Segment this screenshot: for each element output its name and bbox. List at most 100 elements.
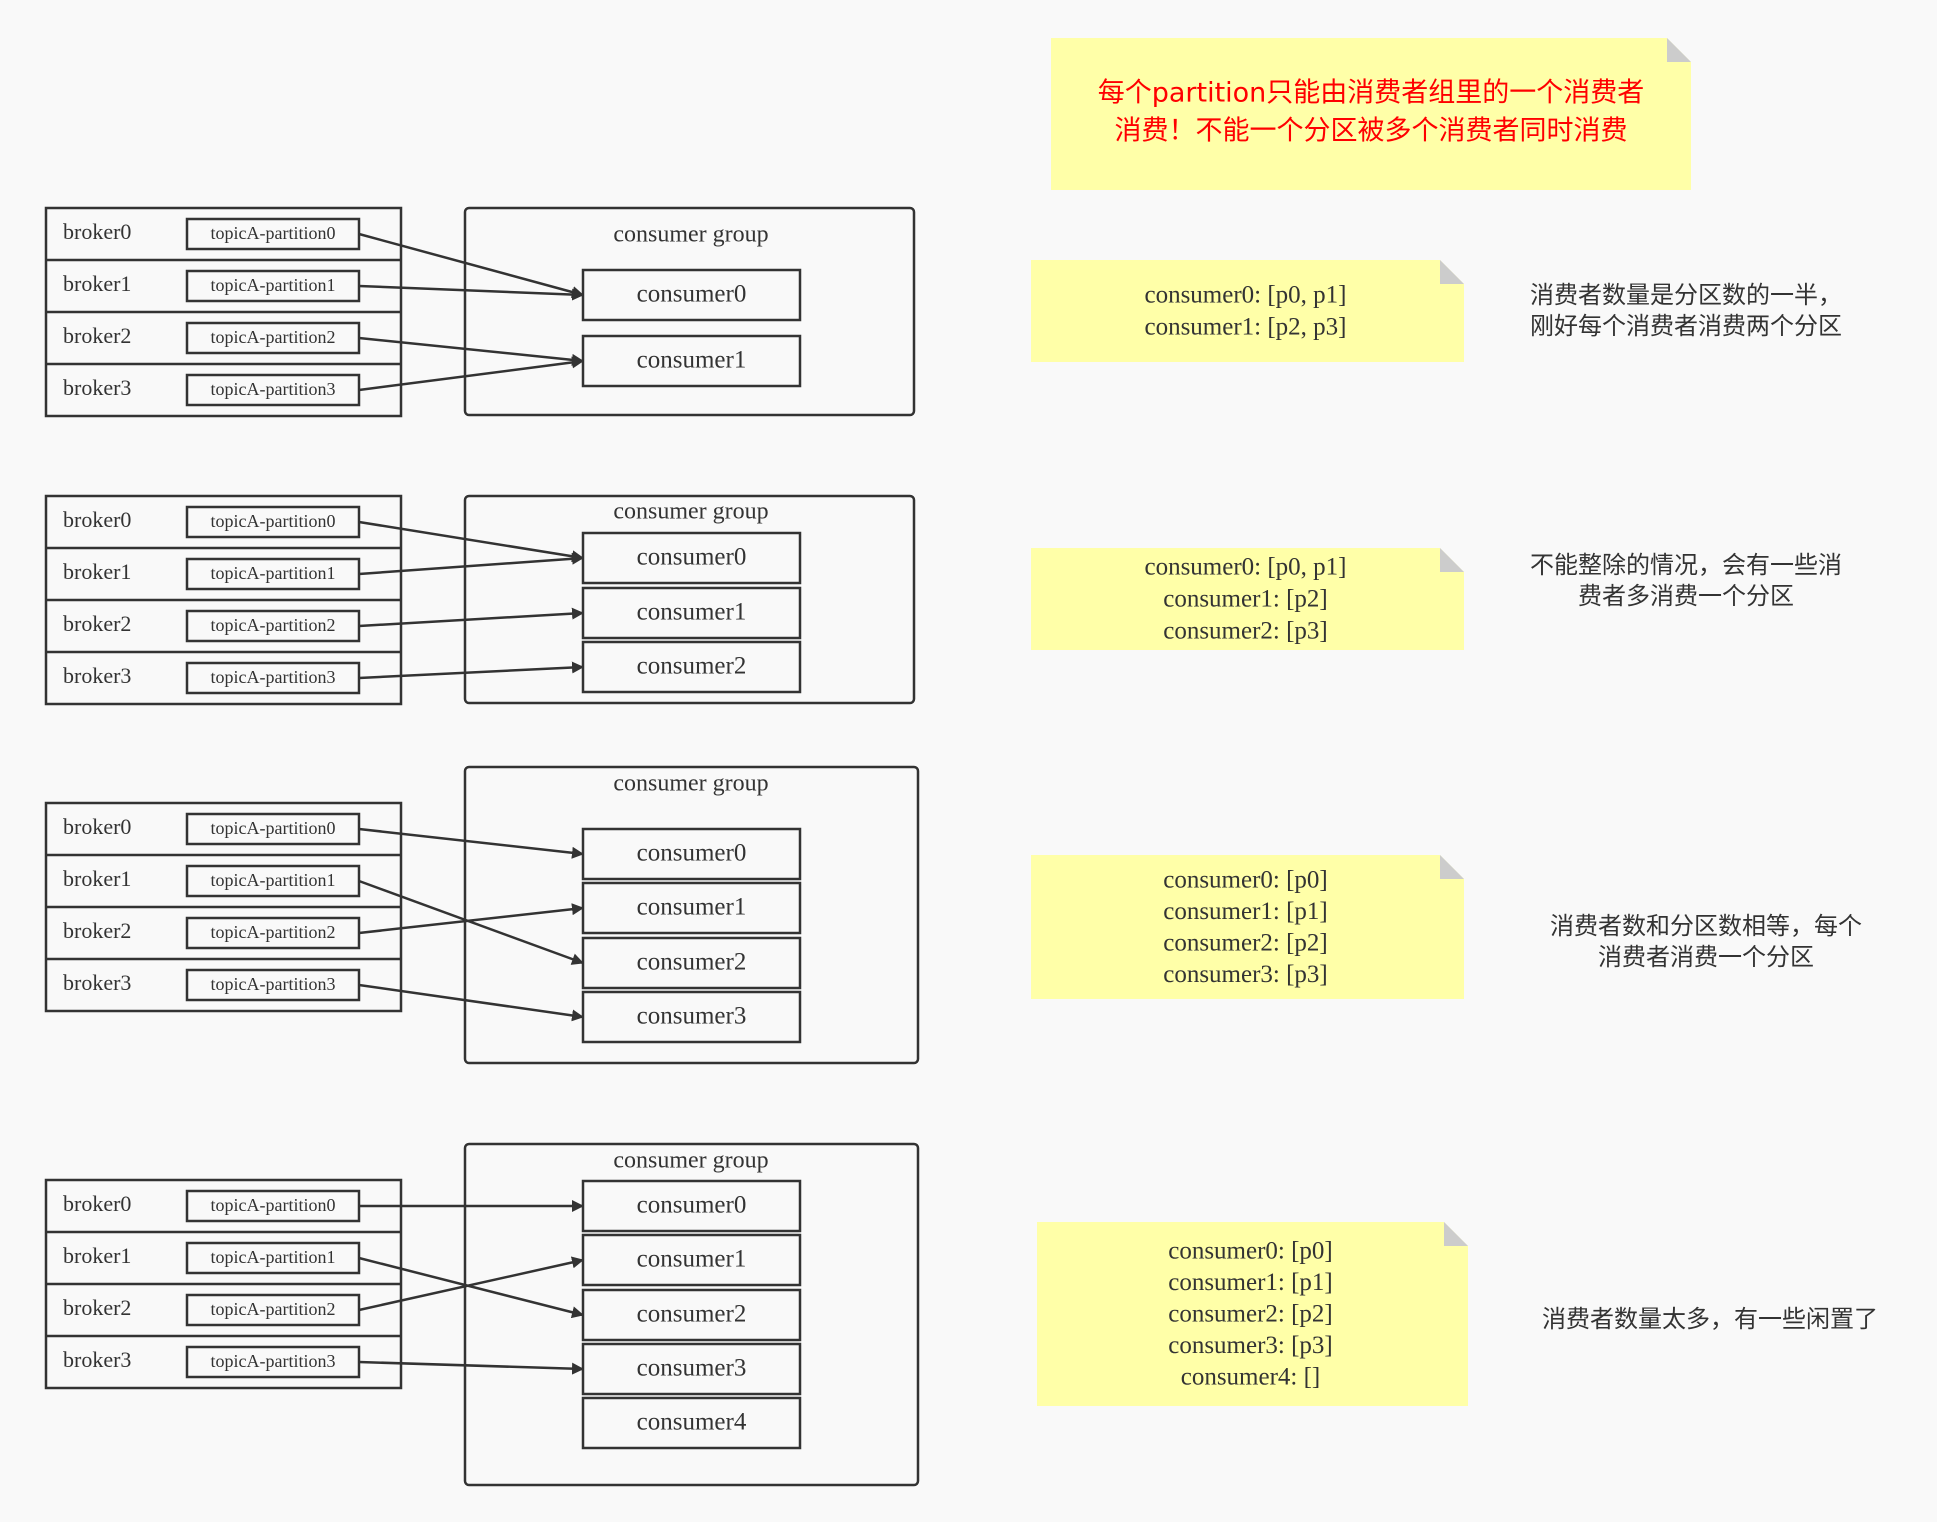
consumer-label: consumer1 [637, 894, 747, 921]
broker-label: broker0 [63, 1191, 131, 1216]
broker-table: broker0 topicA-partition0 broker1 topicA-pa… [44, 801, 403, 1013]
partition-label: topicA-partition2 [211, 922, 336, 942]
broker-label: broker0 [63, 219, 131, 244]
assignment-arrow [358, 552, 584, 576]
assignment-arrow [358, 903, 584, 935]
assignment-note-line: consumer2: [p2] [1168, 1301, 1333, 1328]
consumer-label: consumer1 [637, 1246, 747, 1273]
note-fold [1440, 548, 1464, 572]
side-comment-line: 费者多消费一个分区 [1578, 582, 1794, 610]
assignment-arrow [358, 284, 584, 301]
broker-label: broker3 [63, 970, 131, 995]
assignment-arrow [358, 232, 584, 298]
broker-table: broker0 topicA-partition0 broker1 topicA-pa… [44, 1178, 403, 1390]
assignment-note-line: consumer0: [p0, p1] [1144, 282, 1346, 309]
note-fold [1667, 38, 1691, 62]
assignment-note-line: consumer1: [p2, p3] [1144, 314, 1346, 341]
side-comment: 不能整除的情况，会有一些消费者多消费一个分区 [1530, 551, 1842, 610]
consumer-label: consumer1 [637, 599, 747, 626]
side-comment-line: 消费者数量太多，有一些闲置了 [1542, 1305, 1878, 1333]
partition-label: topicA-partition3 [211, 1351, 336, 1371]
title-note-line: 每个partition只能由消费者组里的一个消费者 [1098, 78, 1645, 109]
broker-label: broker3 [63, 663, 131, 688]
assignment-note-line: consumer1: [p1] [1168, 1269, 1333, 1296]
assignment-note: consumer0: [p0, p1] consumer1: [p2, p3] [1031, 260, 1464, 362]
assignment-note-line: consumer4: [] [1181, 1364, 1321, 1391]
broker-label: broker2 [63, 1295, 131, 1320]
assignment-arrow [358, 336, 584, 366]
panel-3: broker0 topicA-partition0 broker1 topicA-pa… [44, 1142, 1878, 1487]
side-comment-line: 消费者数和分区数相等，每个 [1550, 912, 1862, 940]
assignment-note-line: consumer0: [p0, p1] [1144, 554, 1346, 581]
assignment-note-line: consumer1: [p1] [1163, 898, 1328, 925]
partition-assignment-diagram: 每个partition只能由消费者组里的一个消费者消费！不能一个分区被多个消费者… [44, 38, 1878, 1487]
panel-0: broker0 topicA-partition0 broker1 topicA-pa… [44, 206, 1842, 418]
assignment-note: consumer0: [p0] consumer1: [p1] consumer2:… [1037, 1222, 1468, 1406]
side-comment-line: 不能整除的情况，会有一些消 [1530, 551, 1842, 579]
consumer-label: consumer3 [637, 1355, 747, 1382]
broker-label: broker3 [63, 375, 131, 400]
partition-label: topicA-partition2 [211, 327, 336, 347]
partition-label: topicA-partition2 [211, 1299, 336, 1319]
partition-label: topicA-partition1 [211, 563, 336, 583]
assignment-arrow [358, 520, 584, 563]
broker-table: broker0 topicA-partition0 broker1 topicA-pa… [44, 206, 403, 418]
consumer-label: consumer0 [637, 544, 747, 571]
note-body [1051, 38, 1691, 190]
assignment-arrow [358, 607, 584, 628]
broker-label: broker2 [63, 323, 131, 348]
note-fold [1440, 855, 1464, 879]
partition-label: topicA-partition0 [211, 511, 336, 531]
broker-label: broker1 [63, 1243, 131, 1268]
assignment-arrow [358, 827, 584, 859]
assignment-note-line: consumer0: [p0] [1163, 867, 1328, 894]
broker-label: broker3 [63, 1347, 131, 1372]
consumer-label: consumer2 [637, 949, 747, 976]
side-comment: 消费者数和分区数相等，每个消费者消费一个分区 [1550, 912, 1862, 971]
broker-label: broker0 [63, 507, 131, 532]
consumer-label: consumer2 [637, 1301, 747, 1328]
side-comment-line: 消费者消费一个分区 [1598, 943, 1814, 971]
consumer-label: consumer4 [637, 1409, 747, 1436]
consumer-group-title: consumer group [613, 1148, 768, 1174]
broker-table: broker0 topicA-partition0 broker1 topicA-pa… [44, 494, 403, 706]
partition-label: topicA-partition1 [211, 275, 336, 295]
partition-label: topicA-partition0 [211, 1195, 336, 1215]
partition-label: topicA-partition1 [211, 870, 336, 890]
consumer-label: consumer0 [637, 1192, 747, 1219]
broker-label: broker1 [63, 866, 131, 891]
assignment-note-line: consumer1: [p2] [1163, 586, 1328, 613]
consumer-label: consumer0 [637, 281, 747, 308]
note-body [1031, 260, 1464, 362]
partition-label: topicA-partition0 [211, 818, 336, 838]
note-fold [1440, 260, 1464, 284]
consumer-label: consumer1 [637, 347, 747, 374]
broker-label: broker1 [63, 271, 131, 296]
broker-label: broker2 [63, 918, 131, 943]
assignment-note-line: consumer3: [p3] [1163, 961, 1328, 988]
side-comment: 消费者数量是分区数的一半， 刚好每个消费者消费两个分区 [1530, 281, 1842, 340]
broker-label: broker2 [63, 611, 131, 636]
assignment-note: consumer0: [p0] consumer1: [p1] consumer2:… [1031, 855, 1464, 999]
title-note: 每个partition只能由消费者组里的一个消费者消费！不能一个分区被多个消费者… [1051, 38, 1691, 190]
consumer-group-title: consumer group [613, 771, 768, 797]
assignment-note-line: consumer2: [p3] [1163, 618, 1328, 645]
consumer-group: consumer group consumer0 consumer1 consumer… [463, 494, 916, 705]
title-note-line: 消费！不能一个分区被多个消费者同时消费 [1115, 116, 1628, 147]
consumer-group: consumer group consumer0 consumer1 [463, 206, 916, 417]
consumer-label: consumer2 [637, 653, 747, 680]
consumer-group-title: consumer group [613, 499, 768, 525]
side-comment-line: 消费者数量是分区数的一半， [1530, 281, 1842, 309]
assignment-note: consumer0: [p0, p1] consumer1: [p2] consum… [1031, 548, 1464, 650]
partition-label: topicA-partition3 [211, 974, 336, 994]
side-comment-line: 刚好每个消费者消费两个分区 [1530, 312, 1842, 340]
consumer-label: consumer0 [637, 840, 747, 867]
panel-2: broker0 topicA-partition0 broker1 topicA-pa… [44, 765, 1862, 1065]
partition-label: topicA-partition0 [211, 223, 336, 243]
broker-label: broker0 [63, 814, 131, 839]
assignment-arrow [358, 661, 584, 680]
consumer-label: consumer3 [637, 1003, 747, 1030]
assignment-arrow [358, 879, 584, 965]
assignment-arrow [358, 356, 584, 392]
diagram-canvas: 每个partition只能由消费者组里的一个消费者 消费！不能一个分区被多个消费者… [0, 0, 1937, 1522]
